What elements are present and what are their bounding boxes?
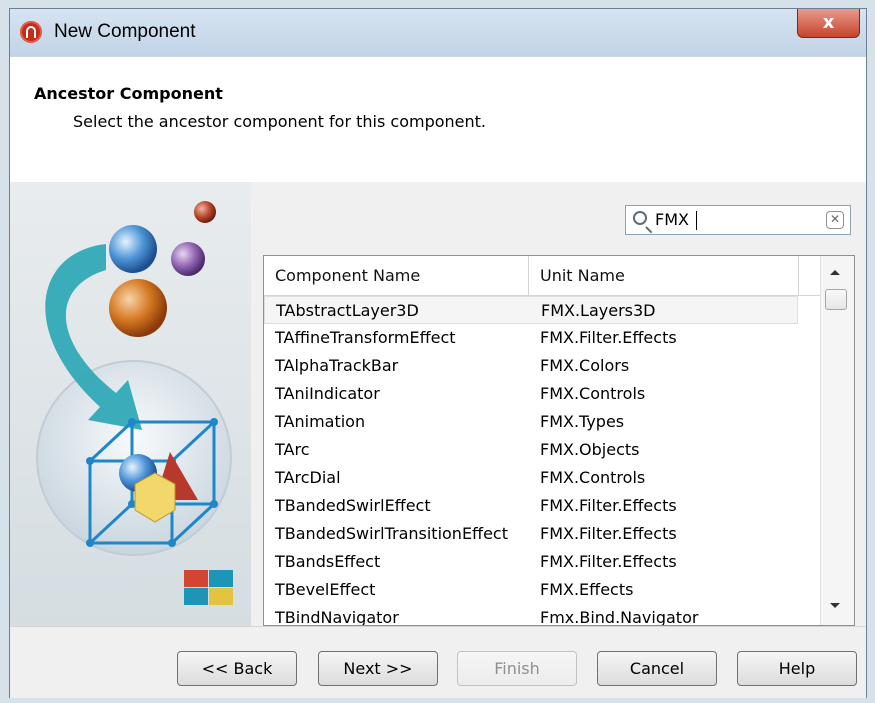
table-row[interactable]: TAffineTransformEffect FMX.Filter.Effect… [264, 324, 798, 352]
table-row-selected[interactable]: TAbstractLayer3D FMX.Layers3D [264, 296, 798, 324]
title-bar[interactable]: New Component x [10, 9, 866, 56]
table-row[interactable]: TArc FMX.Objects [264, 436, 798, 464]
table-row[interactable]: TArcDial FMX.Controls [264, 464, 798, 492]
unit-name-cell: FMX.Controls [540, 468, 646, 487]
table-row[interactable]: TAlphaTrackBar FMX.Colors [264, 352, 798, 380]
decor-orange-sphere [109, 279, 167, 337]
window-title: New Component [54, 21, 196, 42]
component-name-cell: TBandedSwirlTransitionEffect [275, 524, 508, 543]
unit-name-cell: FMX.Filter.Effects [540, 552, 677, 571]
table-row[interactable]: TAniIndicator FMX.Controls [264, 380, 798, 408]
app-icon [20, 21, 42, 43]
decor-purple-sphere [171, 242, 205, 276]
unit-name-cell: FMX.Filter.Effects [540, 524, 677, 543]
unit-name-cell: FMX.Types [540, 412, 625, 431]
column-separator[interactable] [528, 256, 529, 295]
unit-name-cell: FMX.Layers3D [541, 301, 656, 320]
scroll-down-icon[interactable] [830, 603, 840, 608]
next-button[interactable]: Next >> [318, 651, 438, 686]
page-subtitle: Select the ancestor component for this c… [73, 112, 487, 131]
wizard-footer: << Back Next >> Finish Cancel Help [10, 626, 866, 698]
component-name-cell: TAbstractLayer3D [276, 301, 419, 320]
cancel-button[interactable]: Cancel [597, 651, 717, 686]
wizard-illustration [10, 182, 251, 626]
unit-name-cell: FMX.Colors [540, 356, 630, 375]
wizard-content: FMX ✕ Component Name Unit Name TAbstract… [251, 182, 866, 626]
wizard-header: Ancestor Component Select the ancestor c… [10, 56, 866, 183]
table-row[interactable]: TBandsEffect FMX.Filter.Effects [264, 548, 798, 576]
vertical-scrollbar[interactable] [820, 256, 854, 625]
close-button[interactable]: x [797, 9, 860, 38]
component-name-cell: TAnimation [275, 412, 366, 431]
component-name-cell: TBindNavigator [275, 608, 399, 626]
unit-name-cell: FMX.Effects [540, 580, 634, 599]
scroll-up-icon[interactable] [830, 270, 840, 275]
component-name-cell: TBandedSwirlEffect [275, 496, 431, 515]
table-row[interactable]: TBandedSwirlEffect FMX.Filter.Effects [264, 492, 798, 520]
column-header-component-name[interactable]: Component Name [275, 266, 420, 285]
search-box[interactable]: FMX ✕ [625, 205, 851, 235]
unit-name-cell: FMX.Controls [540, 384, 646, 403]
component-name-cell: TArc [275, 440, 310, 459]
unit-name-cell: FMX.Filter.Effects [540, 328, 677, 347]
table-row[interactable]: TBevelEffect FMX.Effects [264, 576, 798, 604]
table-row[interactable]: TAnimation FMX.Types [264, 408, 798, 436]
unit-name-cell: Fmx.Bind.Navigator [540, 608, 699, 626]
component-name-cell: TArcDial [275, 468, 341, 487]
component-name-cell: TAffineTransformEffect [275, 328, 456, 347]
component-name-cell: TAniIndicator [275, 384, 380, 403]
ancestor-component-list[interactable]: Component Name Unit Name TAbstractLayer3… [263, 255, 855, 626]
unit-name-cell: FMX.Filter.Effects [540, 496, 677, 515]
decor-color-tiles [184, 570, 233, 605]
search-icon [633, 211, 647, 225]
decor-blue-sphere [109, 225, 157, 273]
text-caret [696, 211, 697, 230]
component-name-cell: TAlphaTrackBar [275, 356, 399, 375]
table-row[interactable]: TBandedSwirlTransitionEffect FMX.Filter.… [264, 520, 798, 548]
clear-search-icon[interactable]: ✕ [826, 211, 844, 229]
decor-red-sphere [194, 201, 216, 223]
new-component-dialog: New Component x Ancestor Component Selec… [9, 8, 867, 698]
finish-button[interactable]: Finish [457, 651, 577, 686]
list-header: Component Name Unit Name [264, 256, 820, 296]
search-input[interactable]: FMX [655, 210, 815, 230]
table-row[interactable]: TBindNavigator Fmx.Bind.Navigator [264, 604, 798, 626]
back-button[interactable]: << Back [177, 651, 297, 686]
column-separator[interactable] [798, 256, 799, 295]
component-name-cell: TBevelEffect [275, 580, 376, 599]
help-button[interactable]: Help [737, 651, 857, 686]
component-name-cell: TBandsEffect [275, 552, 381, 571]
column-header-unit-name[interactable]: Unit Name [540, 266, 625, 285]
page-title: Ancestor Component [34, 84, 223, 103]
unit-name-cell: FMX.Objects [540, 440, 640, 459]
scrollbar-thumb[interactable] [825, 289, 847, 310]
list-rows: TAbstractLayer3D FMX.Layers3D TAffineTra… [264, 296, 820, 626]
